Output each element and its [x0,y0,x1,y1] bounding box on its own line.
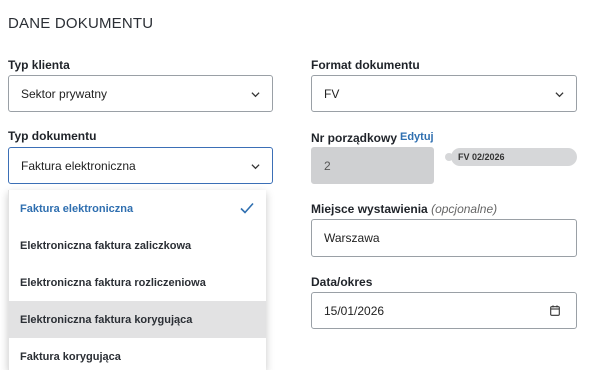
dropdown-option[interactable]: Elektroniczna faktura zaliczkowa [9,227,266,264]
chevron-down-icon [251,91,260,97]
doc-type-value: Faktura elektroniczna [21,158,136,173]
doc-type-label: Typ dokumentu [8,129,97,143]
doc-format-value: FV [324,86,340,101]
dropdown-option[interactable]: Faktura elektroniczna [9,190,266,227]
doc-format-label: Format dokumentu [311,58,420,72]
order-number-field: 2 [311,147,434,184]
dropdown-option-label: Elektroniczna faktura korygująca [20,313,193,326]
dropdown-option-label: Elektroniczna faktura zaliczkowa [20,239,192,252]
client-type-select[interactable]: Sektor prywatny [8,75,273,112]
order-number-label: Nr porządkowy [311,131,398,145]
doc-type-dropdown: Faktura elektroniczna Elektroniczna fakt… [8,190,266,370]
order-number-value: 2 [324,158,331,173]
chevron-down-icon [555,91,564,97]
issue-place-value: Warszawa [324,231,380,245]
edit-order-number-link[interactable]: Edytuj [400,131,434,143]
checkmark-icon [240,202,254,214]
date-value: 15/01/2026 [324,303,385,318]
calendar-icon[interactable] [550,304,560,316]
dropdown-option[interactable]: Faktura korygująca [9,338,266,370]
date-input[interactable]: 15/01/2026 [311,292,577,329]
chevron-down-icon [251,163,260,169]
document-number-preview: FV 02/2026 [445,148,577,166]
issue-place-label: Miejsce wystawienia (opcjonalne) [311,202,497,216]
dropdown-option-label: Faktura elektroniczna [20,202,134,215]
dropdown-option[interactable]: Elektroniczna faktura korygująca [9,301,266,338]
issue-place-input[interactable]: Warszawa [311,219,577,257]
dropdown-option[interactable]: Elektroniczna faktura rozliczeniowa [9,264,266,301]
dropdown-option-label: Faktura korygująca [20,350,121,363]
date-label: Data/okres [311,275,373,289]
doc-type-select[interactable]: Faktura elektroniczna [8,147,273,184]
doc-format-select[interactable]: FV [311,75,577,112]
client-type-value: Sektor prywatny [21,86,108,101]
issue-place-label-text: Miejsce wystawienia [311,202,428,216]
dropdown-option-label: Elektroniczna faktura rozliczeniowa [20,276,206,289]
section-title: DANE DOKUMENTU [8,15,154,32]
client-type-label: Typ klienta [8,58,70,72]
optional-hint: (opcjonalne) [431,202,498,216]
document-number-text: FV 02/2026 [458,152,505,162]
